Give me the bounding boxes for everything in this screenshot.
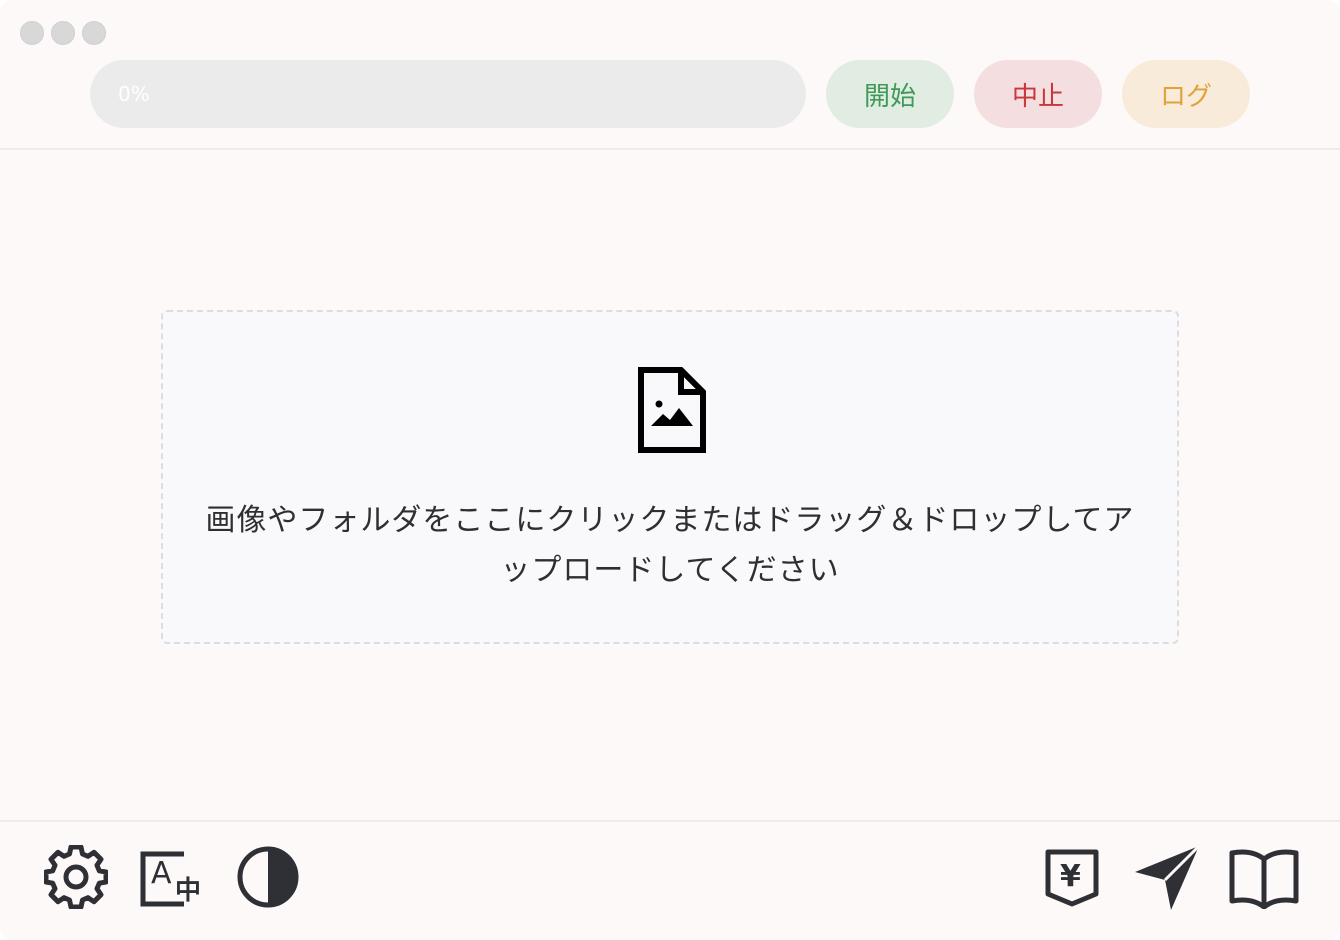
start-button[interactable]: 開始 [826,60,954,128]
send-icon [1135,844,1201,910]
contrast-icon [237,846,299,908]
settings-button[interactable] [41,842,111,912]
gear-icon [44,845,108,909]
svg-text:A: A [151,856,172,891]
feedback-button[interactable] [1131,842,1201,912]
pricing-button[interactable]: ¥ [1037,842,1107,912]
translate-button[interactable]: A 中 [137,842,207,912]
upload-dropzone[interactable]: 画像やフォルダをここにクリックまたはドラッグ＆ドロップしてアップロードしてくださ… [161,310,1179,644]
book-icon [1229,849,1299,909]
progress-label: 0% [118,82,150,106]
app-window: 0% 開始 中止 ログ 画像やフォルダをここにクリックまたはドラッグ＆ドロップし… [0,0,1340,940]
svg-text:中: 中 [175,876,201,906]
theme-toggle-button[interactable] [233,842,303,912]
close-window-button[interactable] [20,21,44,45]
footer-divider [0,820,1340,822]
yen-icon: ¥ [1045,849,1099,907]
image-file-icon [638,367,706,453]
minimize-window-button[interactable] [51,21,75,45]
window-controls [20,21,106,45]
docs-button[interactable] [1229,842,1299,912]
svg-text:¥: ¥ [1060,859,1081,894]
header-divider [0,148,1340,150]
progress-bar: 0% [90,60,806,128]
stop-button[interactable]: 中止 [974,60,1102,128]
dropzone-instruction: 画像やフォルダをここにクリックまたはドラッグ＆ドロップしてアップロードしてくださ… [205,503,1135,588]
translate-icon: A 中 [140,851,201,907]
maximize-window-button[interactable] [82,21,106,45]
log-button[interactable]: ログ [1122,60,1250,128]
